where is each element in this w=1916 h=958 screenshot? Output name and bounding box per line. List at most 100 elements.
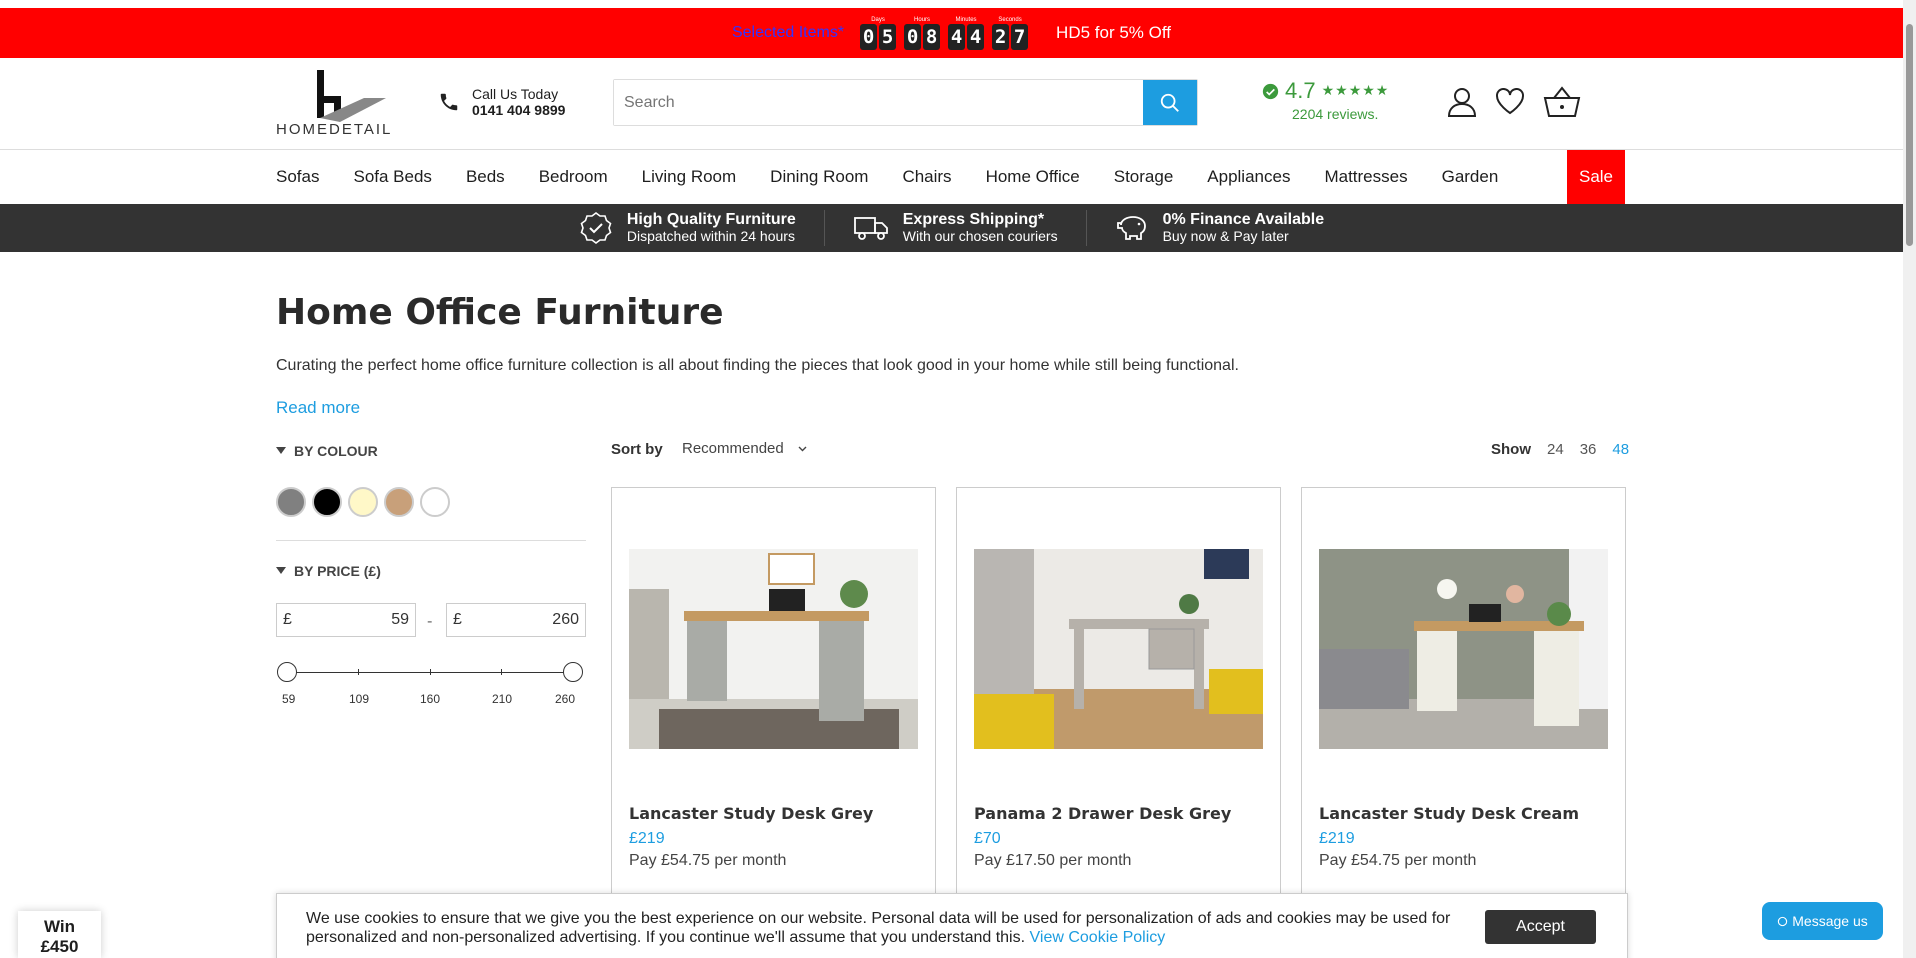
product-finance: Pay £54.75 per month [629, 852, 787, 869]
slider-tick-label: 160 [420, 692, 441, 706]
promo-bar: Selected Items* Days 0 5 Hours 0 8 Minut… [0, 8, 1903, 58]
sort-select[interactable]: Recommended [682, 440, 807, 457]
cookie-text: We use cookies to ensure that we give yo… [306, 910, 1451, 946]
slider-tick-label: 59 [282, 692, 296, 706]
countdown-label: Minutes [955, 17, 977, 23]
show-option-48[interactable]: 48 [1612, 441, 1629, 458]
countdown-timer: Days 0 5 Hours 0 8 Minutes 4 4 Seconds 2 [856, 16, 1032, 50]
search-icon [1160, 93, 1179, 112]
countdown-digit: 0 [904, 24, 922, 50]
product-finance: Pay £17.50 per month [974, 852, 1132, 869]
delivery-truck-icon [853, 217, 888, 240]
countdown-digit: 0 [860, 24, 878, 50]
product-name[interactable]: Panama 2 Drawer Desk Grey [974, 804, 1231, 823]
nav-sofa-beds[interactable]: Sofa Beds [353, 167, 431, 187]
countdown-digit: 7 [1011, 24, 1029, 50]
wishlist-heart-icon[interactable] [1495, 86, 1525, 116]
product-image[interactable] [974, 549, 1263, 749]
rating-widget[interactable]: 4.7 ★★★★★ 2204 reviews. [1262, 78, 1389, 122]
price-slider-min-handle[interactable] [277, 662, 297, 682]
countdown-label: Days [871, 17, 885, 23]
product-card[interactable]: Panama 2 Drawer Desk Grey £70 Pay £17.50… [956, 487, 1281, 958]
nav-storage[interactable]: Storage [1114, 167, 1174, 187]
check-badge-icon [580, 212, 612, 244]
usp-subtitle: Buy now & Pay later [1162, 228, 1289, 244]
nav-appliances[interactable]: Appliances [1207, 167, 1290, 187]
win-label: Win [43, 917, 75, 936]
show-option-36[interactable]: 36 [1580, 441, 1597, 458]
message-us-button[interactable]: Message us [1762, 902, 1883, 940]
call-us[interactable]: Call Us Today 0141 404 9899 [438, 86, 565, 118]
colour-swatch-oak[interactable] [384, 487, 414, 517]
basket-icon[interactable] [1543, 86, 1581, 118]
price-slider-max-handle[interactable] [563, 662, 583, 682]
message-us-label: Message us [1792, 913, 1868, 929]
currency-symbol: £ [283, 611, 292, 628]
price-filter-toggle[interactable]: BY PRICE (£) [276, 563, 381, 579]
colour-swatch-cream[interactable] [348, 487, 378, 517]
verified-check-icon [1262, 83, 1279, 99]
phone-label: Call Us Today [472, 86, 559, 102]
usp-title: Express Shipping* [902, 211, 1045, 228]
countdown-digit: 4 [967, 24, 985, 50]
account-icon[interactable] [1447, 86, 1477, 118]
countdown-label: Hours [914, 17, 931, 23]
product-image[interactable] [629, 549, 918, 749]
countdown-digit: 2 [992, 24, 1010, 50]
price-filter-heading: BY PRICE (£) [294, 563, 381, 579]
search-button[interactable] [1143, 80, 1197, 125]
category-intro: Curating the perfect home office furnitu… [276, 357, 1239, 374]
search-bar [613, 79, 1198, 126]
slider-tick [430, 669, 431, 675]
product-card[interactable]: Lancaster Study Desk Cream £219 Pay £54.… [1301, 487, 1626, 958]
rating-value: 4.7 [1285, 78, 1316, 103]
colour-swatch-white[interactable] [420, 487, 450, 517]
rating-stars: ★★★★★ [1321, 83, 1390, 99]
win-prize-badge[interactable]: Win £450 [18, 911, 101, 958]
nav-mattresses[interactable]: Mattresses [1324, 167, 1407, 187]
selected-items-link[interactable]: Selected Items* [732, 24, 844, 42]
sort-label: Sort by [611, 441, 663, 458]
scrollbar-thumb[interactable] [1906, 24, 1913, 246]
promo-code-text: HD5 for 5% Off [1056, 23, 1171, 42]
nav-sale[interactable]: Sale [1567, 150, 1625, 204]
nav-beds[interactable]: Beds [466, 167, 505, 187]
product-image[interactable] [1319, 549, 1608, 749]
colour-swatch-black[interactable] [312, 487, 342, 517]
nav-bedroom[interactable]: Bedroom [539, 167, 608, 187]
search-input[interactable] [614, 80, 1143, 125]
nav-chairs[interactable]: Chairs [902, 167, 951, 187]
price-range-dash: - [427, 612, 433, 630]
cookie-policy-link[interactable]: View Cookie Policy [1030, 929, 1166, 946]
chevron-down-icon [798, 446, 807, 451]
colour-filter-toggle[interactable]: BY COLOUR [276, 443, 378, 459]
cookie-message: We use cookies to ensure that we give yo… [306, 909, 1466, 947]
slider-tick-label: 109 [349, 692, 370, 706]
colour-swatch-grey[interactable] [276, 487, 306, 517]
caret-down-icon [276, 567, 286, 574]
countdown-seconds: Seconds 2 7 [992, 16, 1029, 50]
nav-home-office[interactable]: Home Office [986, 167, 1080, 187]
product-card[interactable]: Lancaster Study Desk Grey £219 Pay £54.7… [611, 487, 936, 958]
countdown-label: Seconds [998, 17, 1022, 23]
usp-subtitle: Dispatched within 24 hours [626, 228, 795, 244]
price-max-input[interactable]: £ 260 [446, 603, 586, 637]
nav-sofas[interactable]: Sofas [276, 167, 319, 187]
show-option-24[interactable]: 24 [1547, 441, 1564, 458]
product-name[interactable]: Lancaster Study Desk Grey [629, 804, 873, 823]
nav-living-room[interactable]: Living Room [642, 167, 737, 187]
usp-bar: High Quality Furniture Dispatched within… [0, 204, 1903, 252]
slider-tick [501, 669, 502, 675]
page-scrollbar[interactable] [1903, 0, 1916, 958]
usp-subtitle: With our chosen couriers [902, 228, 1058, 244]
price-min-input[interactable]: £ 59 [276, 603, 416, 637]
slider-tick-label: 210 [492, 692, 513, 706]
accept-cookies-button[interactable]: Accept [1485, 910, 1596, 944]
reviews-count: 2204 reviews. [1292, 106, 1379, 122]
product-name[interactable]: Lancaster Study Desk Cream [1319, 804, 1579, 823]
nav-dining-room[interactable]: Dining Room [770, 167, 868, 187]
read-more-link[interactable]: Read more [276, 398, 360, 418]
nav-garden[interactable]: Garden [1442, 167, 1499, 187]
countdown-digit: 8 [923, 24, 941, 50]
slider-tick [358, 669, 359, 675]
